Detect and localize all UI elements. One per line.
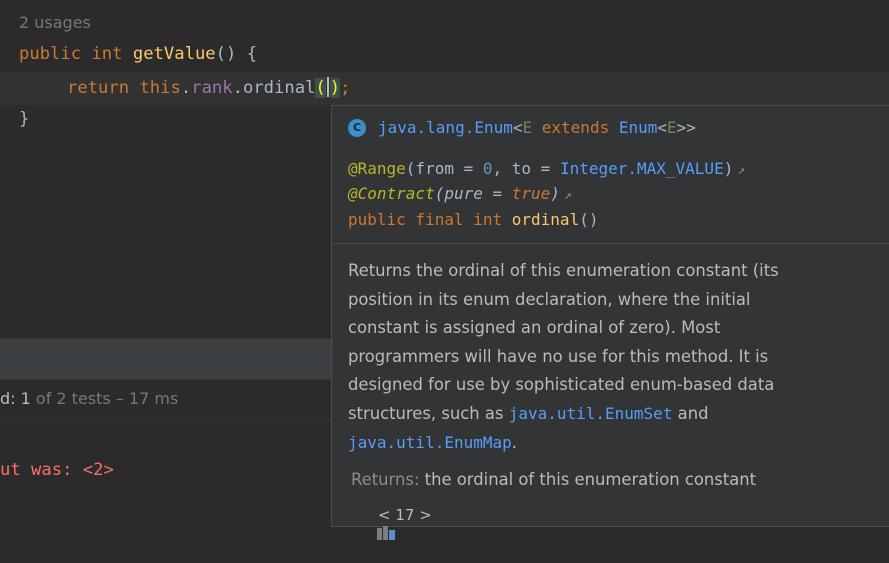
description-text: Returns the ordinal of this enumeration … — [348, 261, 779, 423]
code-line-3[interactable]: } — [19, 109, 29, 129]
semicolon: ; — [340, 78, 351, 98]
annotation-args: ) — [550, 184, 560, 203]
method-params: () — [579, 210, 599, 229]
code-line-2[interactable]: return this.rank.ordinal(); — [67, 77, 351, 98]
test-status: d: 1 of 2 tests – 17 ms — [0, 389, 178, 408]
field-rank: rank — [191, 78, 233, 98]
annotation-args: ) — [723, 159, 734, 178]
external-link-icon[interactable]: ↗ — [564, 188, 572, 203]
open-paren: ( — [315, 78, 326, 98]
text-caret — [326, 77, 329, 97]
class-type-link[interactable]: java.lang.Enum — [378, 118, 513, 137]
dot: . — [232, 78, 243, 98]
class-signature: C java.lang.Enum < E extends Enum < E >> — [348, 118, 696, 137]
library-icon — [348, 507, 395, 540]
method-declaration: public final int ordinal() — [348, 210, 598, 229]
tests-passed: d: 1 — [0, 389, 31, 408]
doc-description: Returns the ordinal of this enumeration … — [348, 257, 823, 457]
enummap-link[interactable]: java.util.EnumMap — [348, 433, 512, 452]
class-c-icon: C — [348, 118, 366, 137]
keyword-this: this — [139, 78, 181, 98]
dot: . — [180, 78, 192, 98]
from-value: 0 — [482, 159, 493, 178]
returns-section: Returns: the ordinal of this enumeration… — [351, 470, 756, 489]
quick-documentation-popup[interactable]: C java.lang.Enum < E extends Enum < E >> @Ran… — [331, 105, 889, 540]
contract-annotation: @Contract(pure = true) ↗ — [348, 184, 572, 203]
returns-text: the ordinal of this enumeration constant — [419, 470, 757, 489]
range-annotation: @Range(from = 0, to = Integer.MAX_VALUE)… — [348, 159, 745, 178]
annotation-args: , to = — [492, 159, 560, 178]
description-text: and — [672, 403, 709, 423]
max-value-link[interactable]: Integer.MAX_VALUE — [560, 159, 724, 178]
tests-summary: of 2 tests – 17 ms — [30, 389, 179, 408]
type-param: E — [522, 118, 533, 137]
test-output-line: ut was: <2> — [0, 460, 114, 480]
angle-bracket: >> — [676, 118, 696, 137]
doc-divider — [332, 243, 889, 244]
method-modifiers: public final int — [348, 210, 512, 229]
annotation-contract[interactable]: @Contract — [348, 184, 435, 203]
method-params: () { — [215, 44, 258, 64]
angle-bracket: < — [512, 118, 523, 137]
method-name: ordinal — [511, 210, 580, 229]
keyword-extends: extends — [532, 118, 619, 137]
method-name: getValue — [132, 44, 216, 64]
enumset-link[interactable]: java.util.EnumSet — [509, 404, 673, 423]
keyword-public: public — [19, 44, 82, 64]
type-param: E — [667, 118, 677, 137]
close-paren: ) — [329, 78, 341, 98]
code-line-1[interactable]: public int getValue() { — [19, 44, 257, 64]
description-text: . — [511, 432, 517, 452]
jdk-version[interactable]: < 17 > — [378, 506, 432, 524]
angle-bracket: < — [657, 118, 668, 137]
keyword-int: int — [91, 44, 123, 64]
bound-type-link[interactable]: Enum — [619, 118, 658, 137]
annotation-range[interactable]: @Range — [348, 159, 406, 178]
keyword-return: return — [67, 78, 130, 98]
external-link-icon[interactable]: ↗ — [737, 163, 745, 178]
annotation-args: (from = — [405, 159, 483, 178]
usages-hint[interactable]: 2 usages — [19, 13, 91, 32]
call-ordinal: ordinal — [242, 78, 316, 98]
annotation-args: (pure = — [434, 184, 512, 203]
doc-footer: < 17 > — [348, 506, 432, 540]
returns-label: Returns: — [351, 470, 420, 489]
pure-value: true — [511, 184, 551, 203]
